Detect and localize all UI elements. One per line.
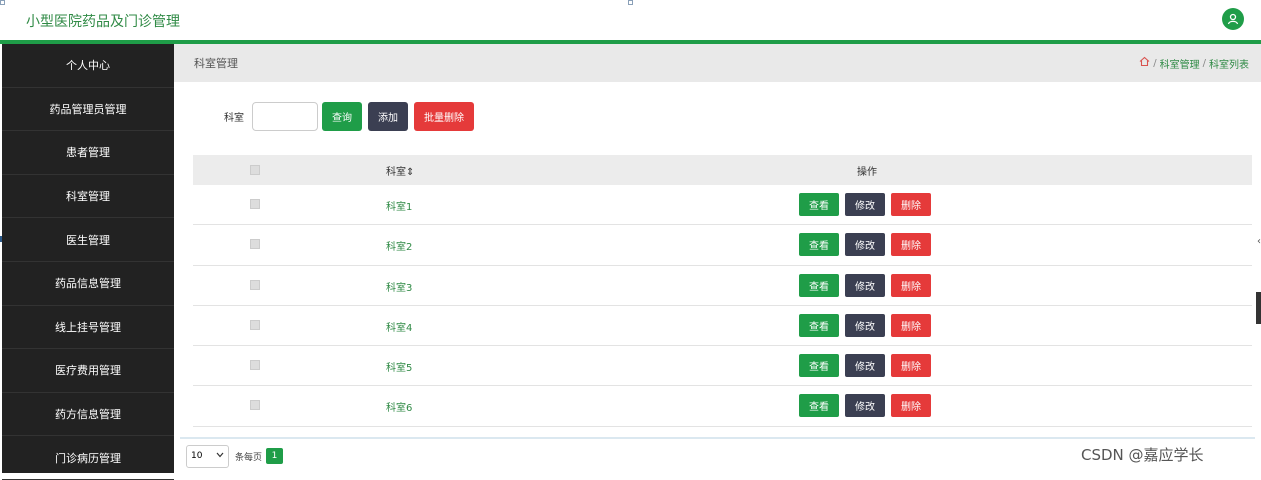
department-table: 科室⇕ 操作 科室1 查看 修改 删除 科室2 查看 修改 删除 科室3 查看 … bbox=[193, 155, 1252, 427]
breadcrumb-separator: / bbox=[1153, 57, 1157, 69]
sidebar-item-departments[interactable]: 科室管理 bbox=[2, 175, 174, 219]
edit-button[interactable]: 修改 bbox=[845, 394, 885, 418]
row-checkbox[interactable] bbox=[250, 319, 260, 330]
sidebar: 个人中心 药品管理员管理 患者管理 科室管理 医生管理 药品信息管理 线上挂号管… bbox=[2, 44, 174, 480]
chevron-left-icon: ‹ bbox=[1257, 236, 1261, 247]
edit-button[interactable]: 修改 bbox=[845, 354, 885, 378]
breadcrumb-bar: 科室管理 / 科室管理 / 科室列表 bbox=[174, 44, 1261, 82]
column-header-label: 科室 bbox=[386, 166, 406, 178]
sidebar-item-medical-fees[interactable]: 医疗费用管理 bbox=[2, 349, 174, 393]
delete-button[interactable]: 删除 bbox=[891, 273, 931, 297]
page-button-current[interactable]: 1 bbox=[266, 448, 284, 464]
row-checkbox[interactable] bbox=[250, 279, 260, 290]
breadcrumb-item-department[interactable]: 科室管理 bbox=[1160, 56, 1200, 71]
breadcrumb-item-list: 科室列表 bbox=[1209, 59, 1249, 71]
breadcrumb-separator: / bbox=[1202, 57, 1206, 69]
query-button[interactable]: 查询 bbox=[322, 102, 362, 131]
row-actions: 查看 修改 删除 bbox=[799, 354, 937, 378]
main-content: 科室管理 / 科室管理 / 科室列表 科室 查询 添加 批量删除 科室⇕ 操作 bbox=[174, 44, 1261, 473]
delete-button[interactable]: 删除 bbox=[891, 233, 931, 257]
table-row: 科室1 查看 修改 删除 bbox=[193, 185, 1252, 226]
row-actions: 查看 修改 删除 bbox=[799, 394, 937, 418]
resize-handle bbox=[0, 0, 5, 5]
scrollbar-thumb[interactable] bbox=[1256, 292, 1261, 324]
department-search-input[interactable] bbox=[252, 102, 318, 131]
sort-icon[interactable]: ⇕ bbox=[406, 167, 414, 178]
view-button[interactable]: 查看 bbox=[799, 394, 839, 418]
view-button[interactable]: 查看 bbox=[799, 354, 839, 378]
table-header: 科室⇕ 操作 bbox=[193, 155, 1252, 185]
row-department-name: 科室1 bbox=[386, 202, 413, 213]
table-row: 科室6 查看 修改 删除 bbox=[193, 386, 1252, 427]
delete-button[interactable]: 删除 bbox=[891, 193, 931, 216]
search-label: 科室 bbox=[224, 113, 244, 124]
row-department-name: 科室6 bbox=[386, 403, 413, 415]
row-department-name: 科室5 bbox=[386, 363, 413, 375]
sidebar-item-patients[interactable]: 患者管理 bbox=[2, 131, 174, 175]
resize-handle bbox=[628, 0, 633, 5]
edit-button[interactable]: 修改 bbox=[845, 313, 885, 337]
page-size-value: 10 bbox=[191, 451, 203, 461]
column-header-department[interactable]: 科室⇕ bbox=[386, 163, 414, 178]
edit-button[interactable]: 修改 bbox=[845, 273, 885, 297]
row-actions: 查看 修改 删除 bbox=[799, 313, 937, 337]
table-row: 科室4 查看 修改 删除 bbox=[193, 306, 1252, 347]
watermark: CSDN @嘉应学长 bbox=[1081, 446, 1204, 464]
row-checkbox[interactable] bbox=[250, 360, 260, 371]
page-size-select[interactable]: 10 bbox=[186, 444, 229, 468]
add-button[interactable]: 添加 bbox=[368, 102, 408, 131]
view-button[interactable]: 查看 bbox=[799, 273, 839, 297]
row-checkbox[interactable] bbox=[250, 239, 260, 250]
row-checkbox[interactable] bbox=[250, 199, 260, 209]
row-actions: 查看 修改 删除 bbox=[799, 193, 937, 216]
sidebar-item-outpatient-records[interactable]: 门诊病历管理 bbox=[2, 436, 174, 480]
delete-button[interactable]: 删除 bbox=[891, 313, 931, 337]
sidebar-item-drug-admins[interactable]: 药品管理员管理 bbox=[2, 88, 174, 132]
home-icon[interactable] bbox=[1139, 56, 1150, 70]
delete-button[interactable]: 删除 bbox=[891, 394, 931, 418]
table-row: 科室3 查看 修改 删除 bbox=[193, 266, 1252, 306]
sidebar-item-profile[interactable]: 个人中心 bbox=[2, 44, 174, 88]
view-button[interactable]: 查看 bbox=[799, 233, 839, 257]
sidebar-item-doctors[interactable]: 医生管理 bbox=[2, 218, 174, 262]
per-page-label: 条每页 bbox=[235, 452, 263, 463]
view-button[interactable]: 查看 bbox=[799, 193, 839, 216]
sidebar-item-online-registration[interactable]: 线上挂号管理 bbox=[2, 306, 174, 350]
search-bar: 科室 查询 添加 批量删除 bbox=[224, 102, 480, 131]
table-row: 科室2 查看 修改 删除 bbox=[193, 225, 1252, 266]
page-title: 科室管理 bbox=[194, 57, 238, 70]
table-row: 科室5 查看 修改 删除 bbox=[193, 346, 1252, 387]
row-department-name: 科室3 bbox=[386, 282, 413, 294]
view-button[interactable]: 查看 bbox=[799, 313, 839, 337]
user-icon[interactable] bbox=[1222, 8, 1244, 30]
app-title: 小型医院药品及门诊管理 bbox=[26, 14, 180, 30]
batch-delete-button[interactable]: 批量删除 bbox=[414, 102, 474, 131]
edit-button[interactable]: 修改 bbox=[845, 193, 885, 216]
top-header: 小型医院药品及门诊管理 bbox=[0, 0, 1261, 41]
edit-button[interactable]: 修改 bbox=[845, 233, 885, 257]
row-actions: 查看 修改 删除 bbox=[799, 273, 937, 297]
select-all-checkbox[interactable] bbox=[250, 165, 260, 175]
row-checkbox[interactable] bbox=[250, 400, 260, 411]
sidebar-item-prescriptions[interactable]: 药方信息管理 bbox=[2, 393, 174, 437]
chevron-down-icon bbox=[216, 451, 224, 461]
breadcrumb: / 科室管理 / 科室列表 bbox=[1139, 56, 1249, 71]
delete-button[interactable]: 删除 bbox=[891, 354, 931, 378]
row-department-name: 科室4 bbox=[386, 322, 413, 334]
row-department-name: 科室2 bbox=[386, 242, 413, 254]
column-header-actions: 操作 bbox=[857, 166, 877, 178]
row-actions: 查看 修改 删除 bbox=[799, 233, 937, 257]
sidebar-item-drug-info[interactable]: 药品信息管理 bbox=[2, 262, 174, 306]
